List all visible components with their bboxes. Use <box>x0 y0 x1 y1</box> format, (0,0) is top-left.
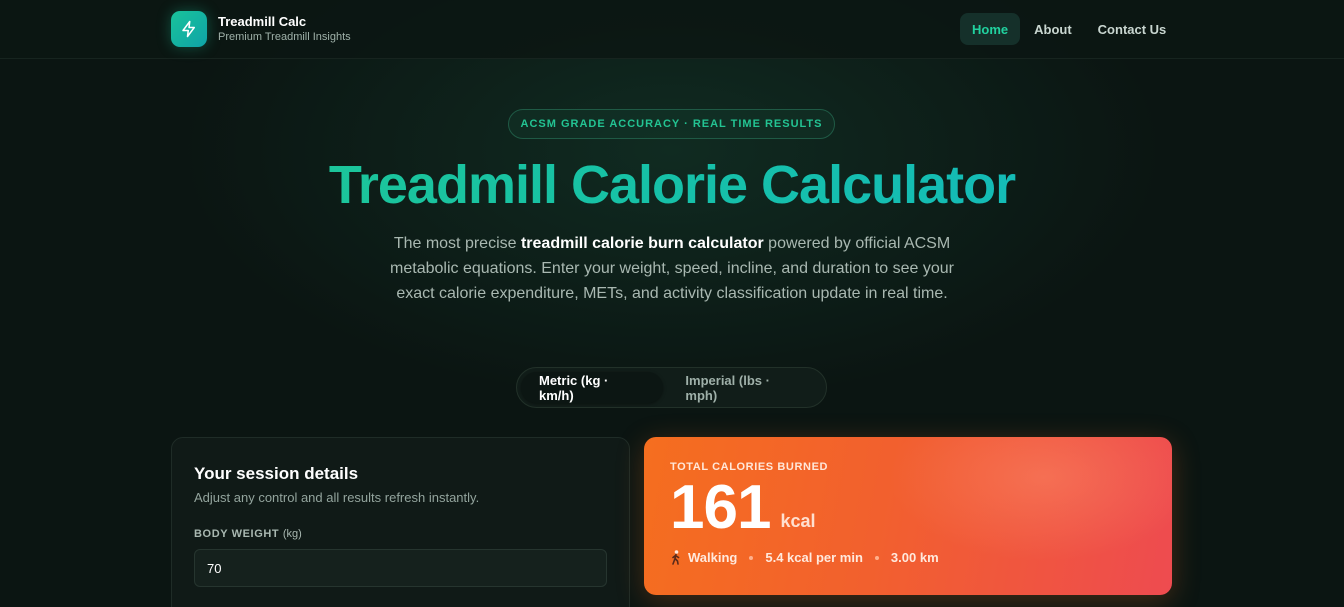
calories-unit: kcal <box>780 511 816 531</box>
brand-subtitle: Premium Treadmill Insights <box>218 31 351 43</box>
top-navigation-bar: Treadmill Calc Premium Treadmill Insight… <box>0 0 1344 59</box>
nav-contact-link[interactable]: Contact Us <box>1086 13 1179 45</box>
distance-value: 3.00 km <box>890 550 939 565</box>
page-title: Treadmill Calorie Calculator <box>0 152 1344 218</box>
body-weight-label-text: BODY WEIGHT <box>194 528 280 540</box>
unit-toggle: Metric (kg · km/h) Imperial (lbs · mph) <box>516 367 827 408</box>
calories-label: TOTAL CALORIES BURNED <box>670 461 829 473</box>
session-card-title: Your session details <box>194 464 359 483</box>
main-nav: Home About Contact Us <box>960 13 1180 45</box>
nav-about-link[interactable]: About <box>1022 13 1084 45</box>
body-weight-input[interactable] <box>194 549 607 587</box>
hero-desc-highlight: treadmill calorie burn calculator <box>520 235 764 252</box>
body-weight-label: BODY WEIGHT (kg) <box>194 528 607 540</box>
calories-value: 161 <box>670 473 771 542</box>
separator-dot <box>874 555 879 560</box>
lightning-bolt-icon <box>171 11 207 47</box>
separator-dot <box>749 555 754 560</box>
result-meta: Walking 5.4 kcal per min 3.00 km <box>670 550 1146 565</box>
unit-imperial-button[interactable]: Imperial (lbs · mph) <box>667 372 822 403</box>
calorie-rate: 5.4 kcal per min <box>765 550 863 565</box>
calories-result-card: TOTAL CALORIES BURNED 161 kcal Walking 5… <box>644 437 1172 595</box>
hero-description: The most precise treadmill calorie burn … <box>372 231 972 306</box>
nav-home-link[interactable]: Home <box>960 13 1021 45</box>
body-weight-unit: (kg) <box>282 528 302 540</box>
brand[interactable]: Treadmill Calc Premium Treadmill Insight… <box>171 11 351 47</box>
hero-desc-prefix: The most precise <box>393 235 521 252</box>
session-details-card: Your session details Adjust any control … <box>171 437 630 607</box>
activity-type: Walking <box>688 550 738 565</box>
walking-person-icon <box>670 550 682 565</box>
accuracy-badge: ACSM GRADE ACCURACY · REAL TIME RESULTS <box>508 109 835 139</box>
session-card-subtitle: Adjust any control and all results refre… <box>194 490 480 505</box>
unit-metric-button[interactable]: Metric (kg · km/h) <box>521 372 664 403</box>
brand-title: Treadmill Calc <box>218 14 307 29</box>
